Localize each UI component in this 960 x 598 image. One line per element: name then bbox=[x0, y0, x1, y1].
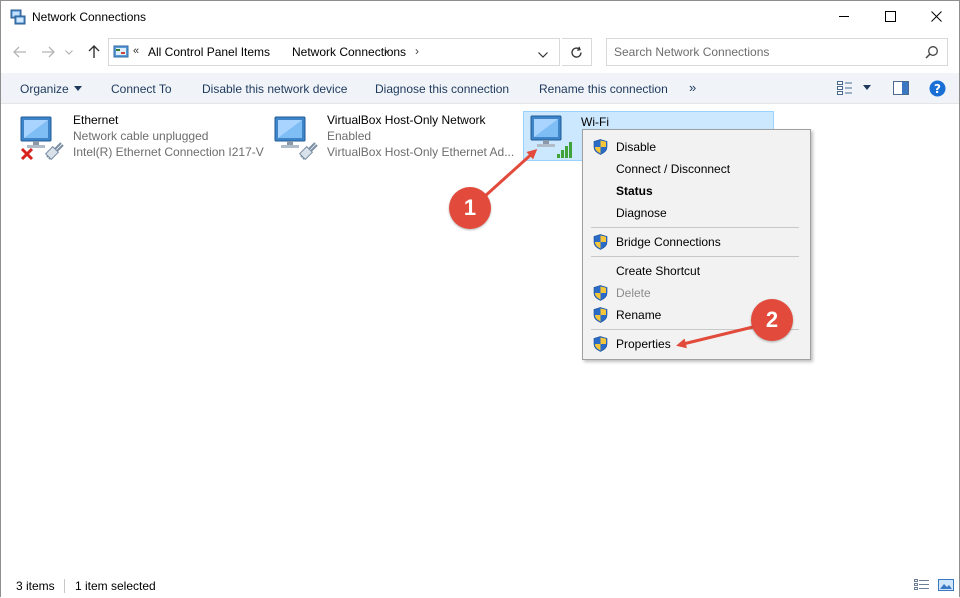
status-divider bbox=[64, 579, 65, 593]
wifi-adapter-icon bbox=[530, 115, 572, 158]
menu-item-connect-disconnect[interactable]: Connect / Disconnect bbox=[583, 158, 810, 180]
selection-count: 1 item selected bbox=[75, 579, 156, 593]
preview-pane-icon[interactable] bbox=[893, 81, 909, 95]
breadcrumb-separator[interactable]: › bbox=[415, 44, 419, 58]
search-input[interactable] bbox=[607, 39, 917, 65]
explorer-window: Network Connections « All Control Panel … bbox=[0, 0, 960, 597]
uac-shield-icon bbox=[593, 285, 608, 301]
breadcrumb-overflow[interactable]: « bbox=[133, 45, 139, 57]
arrow-right-icon bbox=[42, 46, 55, 58]
ethernet-disconnected-icon bbox=[20, 116, 64, 161]
connection-status: Network cable unplugged bbox=[73, 129, 209, 143]
uac-shield-icon bbox=[593, 307, 608, 323]
connection-device: Intel(R) Ethernet Connection I217-V bbox=[73, 145, 264, 159]
arrow-left-icon bbox=[13, 46, 26, 58]
organize-button[interactable]: Organize bbox=[20, 82, 82, 96]
maximize-icon bbox=[884, 11, 896, 22]
recent-locations-button[interactable] bbox=[62, 42, 76, 62]
connection-ethernet[interactable]: Ethernet Network cable unplugged Intel(R… bbox=[17, 111, 267, 163]
caret-down-icon bbox=[73, 86, 82, 91]
address-history-button[interactable] bbox=[538, 47, 548, 61]
address-bar[interactable]: « All Control Panel Items › Network Conn… bbox=[108, 38, 560, 66]
connect-to-button[interactable]: Connect To bbox=[111, 82, 172, 96]
back-button[interactable] bbox=[10, 42, 30, 62]
maximize-button[interactable] bbox=[867, 1, 913, 32]
up-button[interactable] bbox=[84, 42, 104, 62]
connections-list: Ethernet Network cable unplugged Intel(R… bbox=[1, 105, 959, 573]
connection-name: VirtualBox Host-Only Network bbox=[327, 113, 486, 127]
item-count: 3 items bbox=[16, 579, 55, 593]
uac-shield-icon bbox=[593, 234, 608, 250]
command-bar: Organize Connect To Disable this network… bbox=[1, 73, 959, 104]
refresh-icon bbox=[571, 46, 582, 58]
organize-label: Organize bbox=[20, 82, 69, 96]
menu-item-disable[interactable]: Disable bbox=[583, 136, 810, 158]
large-icons-view-icon[interactable] bbox=[938, 579, 954, 591]
breadcrumb-network-connections[interactable]: Network Connections bbox=[292, 45, 406, 59]
details-view-icon[interactable] bbox=[914, 579, 930, 591]
minimize-icon bbox=[838, 16, 849, 17]
control-panel-icon bbox=[113, 45, 129, 58]
search-box[interactable] bbox=[606, 38, 948, 66]
close-icon bbox=[930, 11, 942, 22]
rename-connection-button[interactable]: Rename this connection bbox=[539, 82, 668, 96]
diagnose-connection-button[interactable]: Diagnose this connection bbox=[375, 82, 509, 96]
breadcrumb-control-panel[interactable]: All Control Panel Items bbox=[148, 45, 270, 59]
annotation-badge-1: 1 bbox=[449, 187, 491, 229]
minimize-button[interactable] bbox=[821, 1, 867, 32]
menu-item-bridge-connections[interactable]: Bridge Connections bbox=[583, 231, 810, 253]
more-commands-button[interactable]: » bbox=[689, 80, 696, 95]
title-bar: Network Connections bbox=[1, 1, 959, 33]
arrow-up-icon bbox=[88, 45, 100, 58]
connection-status: Enabled bbox=[327, 129, 372, 143]
change-view-icon[interactable] bbox=[837, 81, 853, 95]
caret-down-icon[interactable] bbox=[863, 85, 871, 90]
connection-device: VirtualBox Host-Only Ethernet Ad... bbox=[327, 145, 515, 159]
menu-item-create-shortcut[interactable]: Create Shortcut bbox=[583, 260, 810, 282]
status-bar: 3 items 1 item selected bbox=[1, 575, 959, 597]
forward-button[interactable] bbox=[38, 42, 58, 62]
refresh-button[interactable] bbox=[562, 38, 592, 66]
network-connections-icon bbox=[10, 9, 26, 25]
menu-item-diagnose[interactable]: Diagnose bbox=[583, 202, 810, 224]
uac-shield-icon bbox=[593, 336, 608, 352]
connection-virtualbox[interactable]: VirtualBox Host-Only Network Enabled Vir… bbox=[271, 111, 521, 163]
chevron-down-icon bbox=[65, 49, 73, 55]
menu-item-status[interactable]: Status bbox=[583, 180, 810, 202]
connection-name: Ethernet bbox=[73, 113, 119, 127]
menu-separator bbox=[591, 227, 799, 228]
uac-shield-icon bbox=[593, 139, 608, 155]
menu-separator bbox=[591, 256, 799, 257]
close-button[interactable] bbox=[913, 1, 959, 32]
connection-name: Wi-Fi bbox=[581, 115, 609, 129]
svg-text:?: ? bbox=[934, 82, 941, 96]
navigation-bar: « All Control Panel Items › Network Conn… bbox=[1, 33, 959, 71]
window-title: Network Connections bbox=[32, 10, 147, 24]
annotation-badge-2: 2 bbox=[751, 299, 793, 341]
search-icon[interactable] bbox=[925, 45, 939, 59]
chevron-down-icon bbox=[538, 52, 548, 58]
disable-device-button[interactable]: Disable this network device bbox=[202, 82, 347, 96]
ethernet-adapter-icon bbox=[274, 116, 318, 161]
help-icon[interactable]: ? bbox=[929, 80, 946, 97]
